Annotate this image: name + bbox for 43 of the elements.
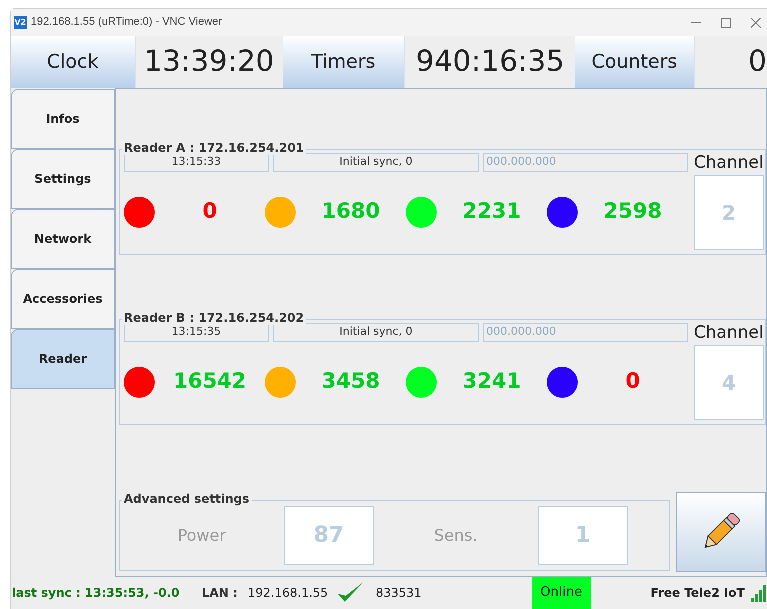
- ip-address: 192.168.1.55: [248, 585, 330, 602]
- side-tab[interactable]: Settings: [11, 149, 115, 209]
- counter-value: 3458: [320, 368, 382, 396]
- counter-value: 16542: [172, 368, 248, 396]
- window-title: 192.168.1.55 (uRTime:0) - VNC Viewer: [31, 15, 222, 30]
- side-tab[interactable]: Accessories: [11, 269, 115, 329]
- channel-label: Channel: [694, 323, 764, 343]
- lan-label: LAN :: [202, 585, 239, 602]
- time-display: 940:16:35: [415, 43, 566, 80]
- close-icon[interactable]: [751, 18, 761, 28]
- status-field: Initial sync, 0: [272, 323, 480, 342]
- side-tab[interactable]: Infos: [11, 89, 115, 149]
- group-title: Advanced settings: [122, 492, 252, 506]
- minimize-icon[interactable]: [691, 22, 701, 24]
- status-field: Initial sync, 0: [272, 153, 480, 172]
- maximize-icon[interactable]: [721, 18, 731, 28]
- sync-status: last sync : 13:35:53, -0.0: [12, 585, 181, 602]
- counter-value: 3241: [462, 368, 522, 396]
- signal-icon: [751, 584, 767, 602]
- side-tab[interactable]: Reader: [11, 329, 115, 389]
- time-display: 13:39:20: [143, 43, 276, 80]
- counter-value: 2598: [602, 198, 664, 226]
- counter-value: 0: [202, 198, 218, 226]
- group-title: Reader A : 172.16.254.201: [122, 141, 306, 155]
- address-field[interactable]: 000.000.000: [483, 153, 688, 172]
- address-field[interactable]: 000.000.000: [483, 323, 688, 342]
- top-tab-button[interactable]: Counters: [575, 36, 696, 88]
- counter-value: 1680: [320, 198, 382, 226]
- top-tab-button[interactable]: Clock: [11, 36, 136, 88]
- online-badge: Online: [532, 577, 591, 609]
- edit-button[interactable]: [676, 492, 766, 572]
- device-code: 833531: [376, 585, 423, 602]
- time-display: 0: [748, 43, 767, 80]
- field-label: Sens.: [433, 524, 479, 546]
- app-logo: V2: [14, 16, 27, 29]
- side-tab[interactable]: Network: [11, 209, 115, 269]
- counter-value: 0: [624, 368, 642, 396]
- network-name: Free Tele2 IoT: [650, 585, 745, 602]
- top-tab-button[interactable]: Timers: [282, 36, 406, 88]
- field-label: Power: [176, 524, 228, 546]
- channel-label: Channel: [694, 153, 764, 173]
- counter-value: 2231: [462, 198, 522, 226]
- group-title: Reader B : 172.16.254.202: [122, 311, 306, 325]
